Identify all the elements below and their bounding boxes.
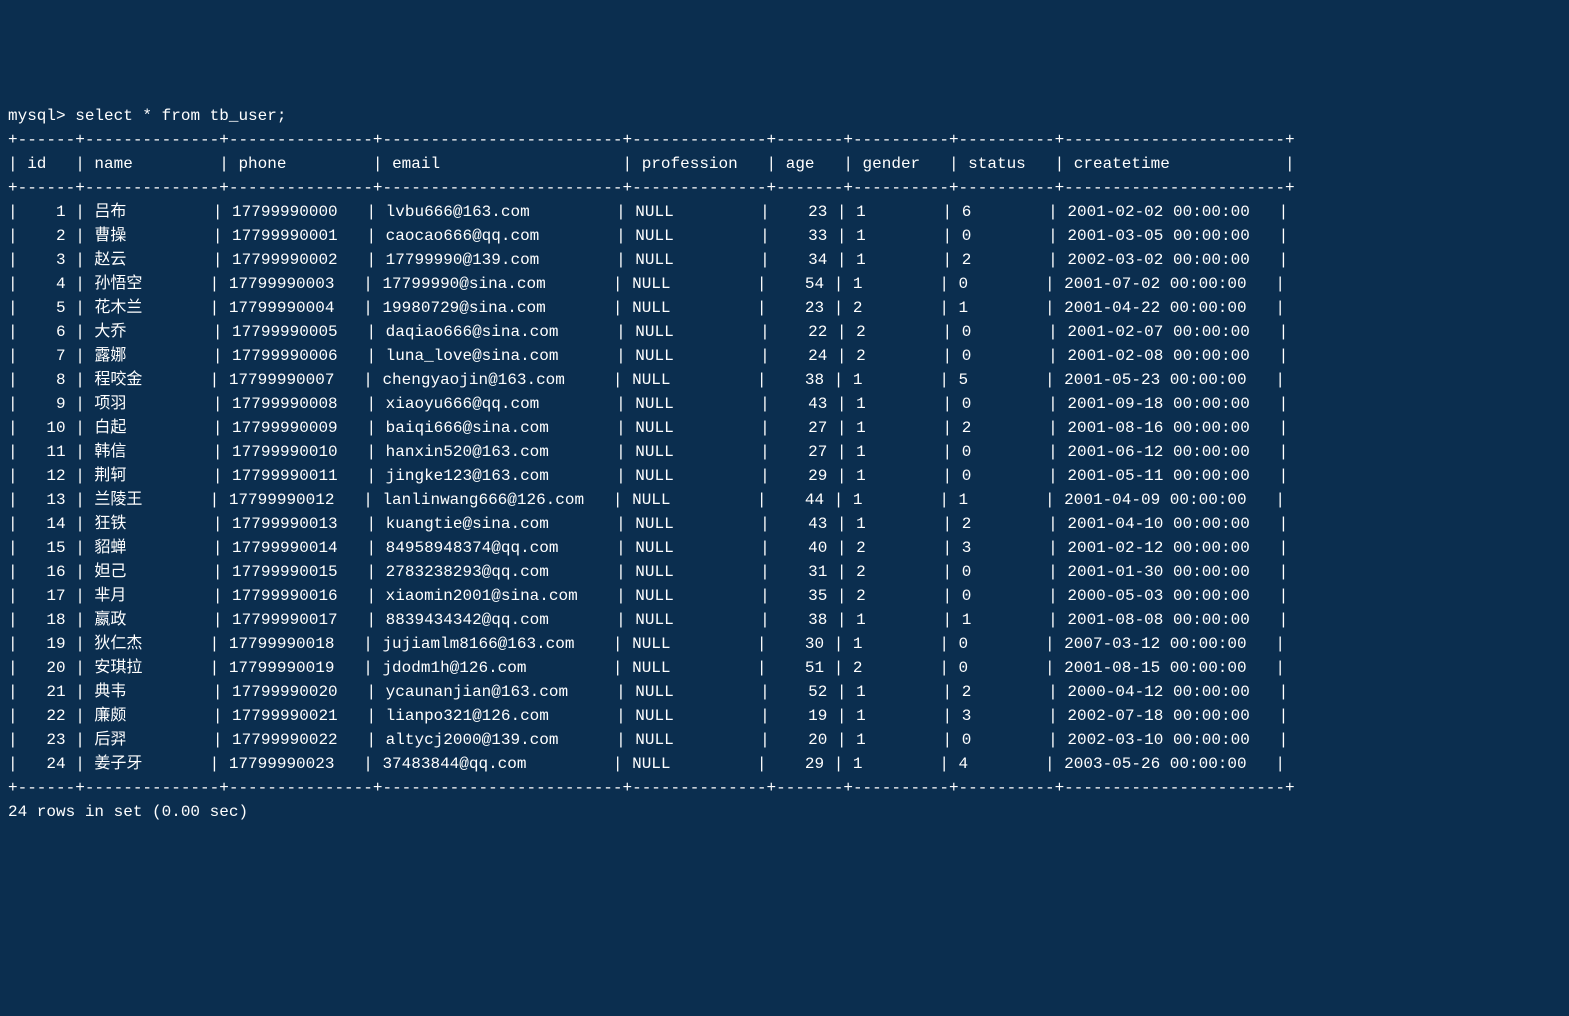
sql-query: select * from tb_user;: [75, 107, 286, 125]
table-body: | 1 | 吕布 | 17799990000 | lvbu666@163.com…: [8, 203, 1288, 773]
table-header-row: | id | name | phone | email | profession…: [8, 155, 1295, 173]
terminal-output: mysql> select * from tb_user; +------+--…: [8, 104, 1561, 824]
result-footer: 24 rows in set (0.00 sec): [8, 803, 248, 821]
mysql-prompt: mysql>: [8, 107, 75, 125]
table-border-top: +------+--------------+---------------+-…: [8, 131, 1295, 149]
table-border-mid: +------+--------------+---------------+-…: [8, 179, 1295, 197]
table-border-bottom: +------+--------------+---------------+-…: [8, 779, 1295, 797]
